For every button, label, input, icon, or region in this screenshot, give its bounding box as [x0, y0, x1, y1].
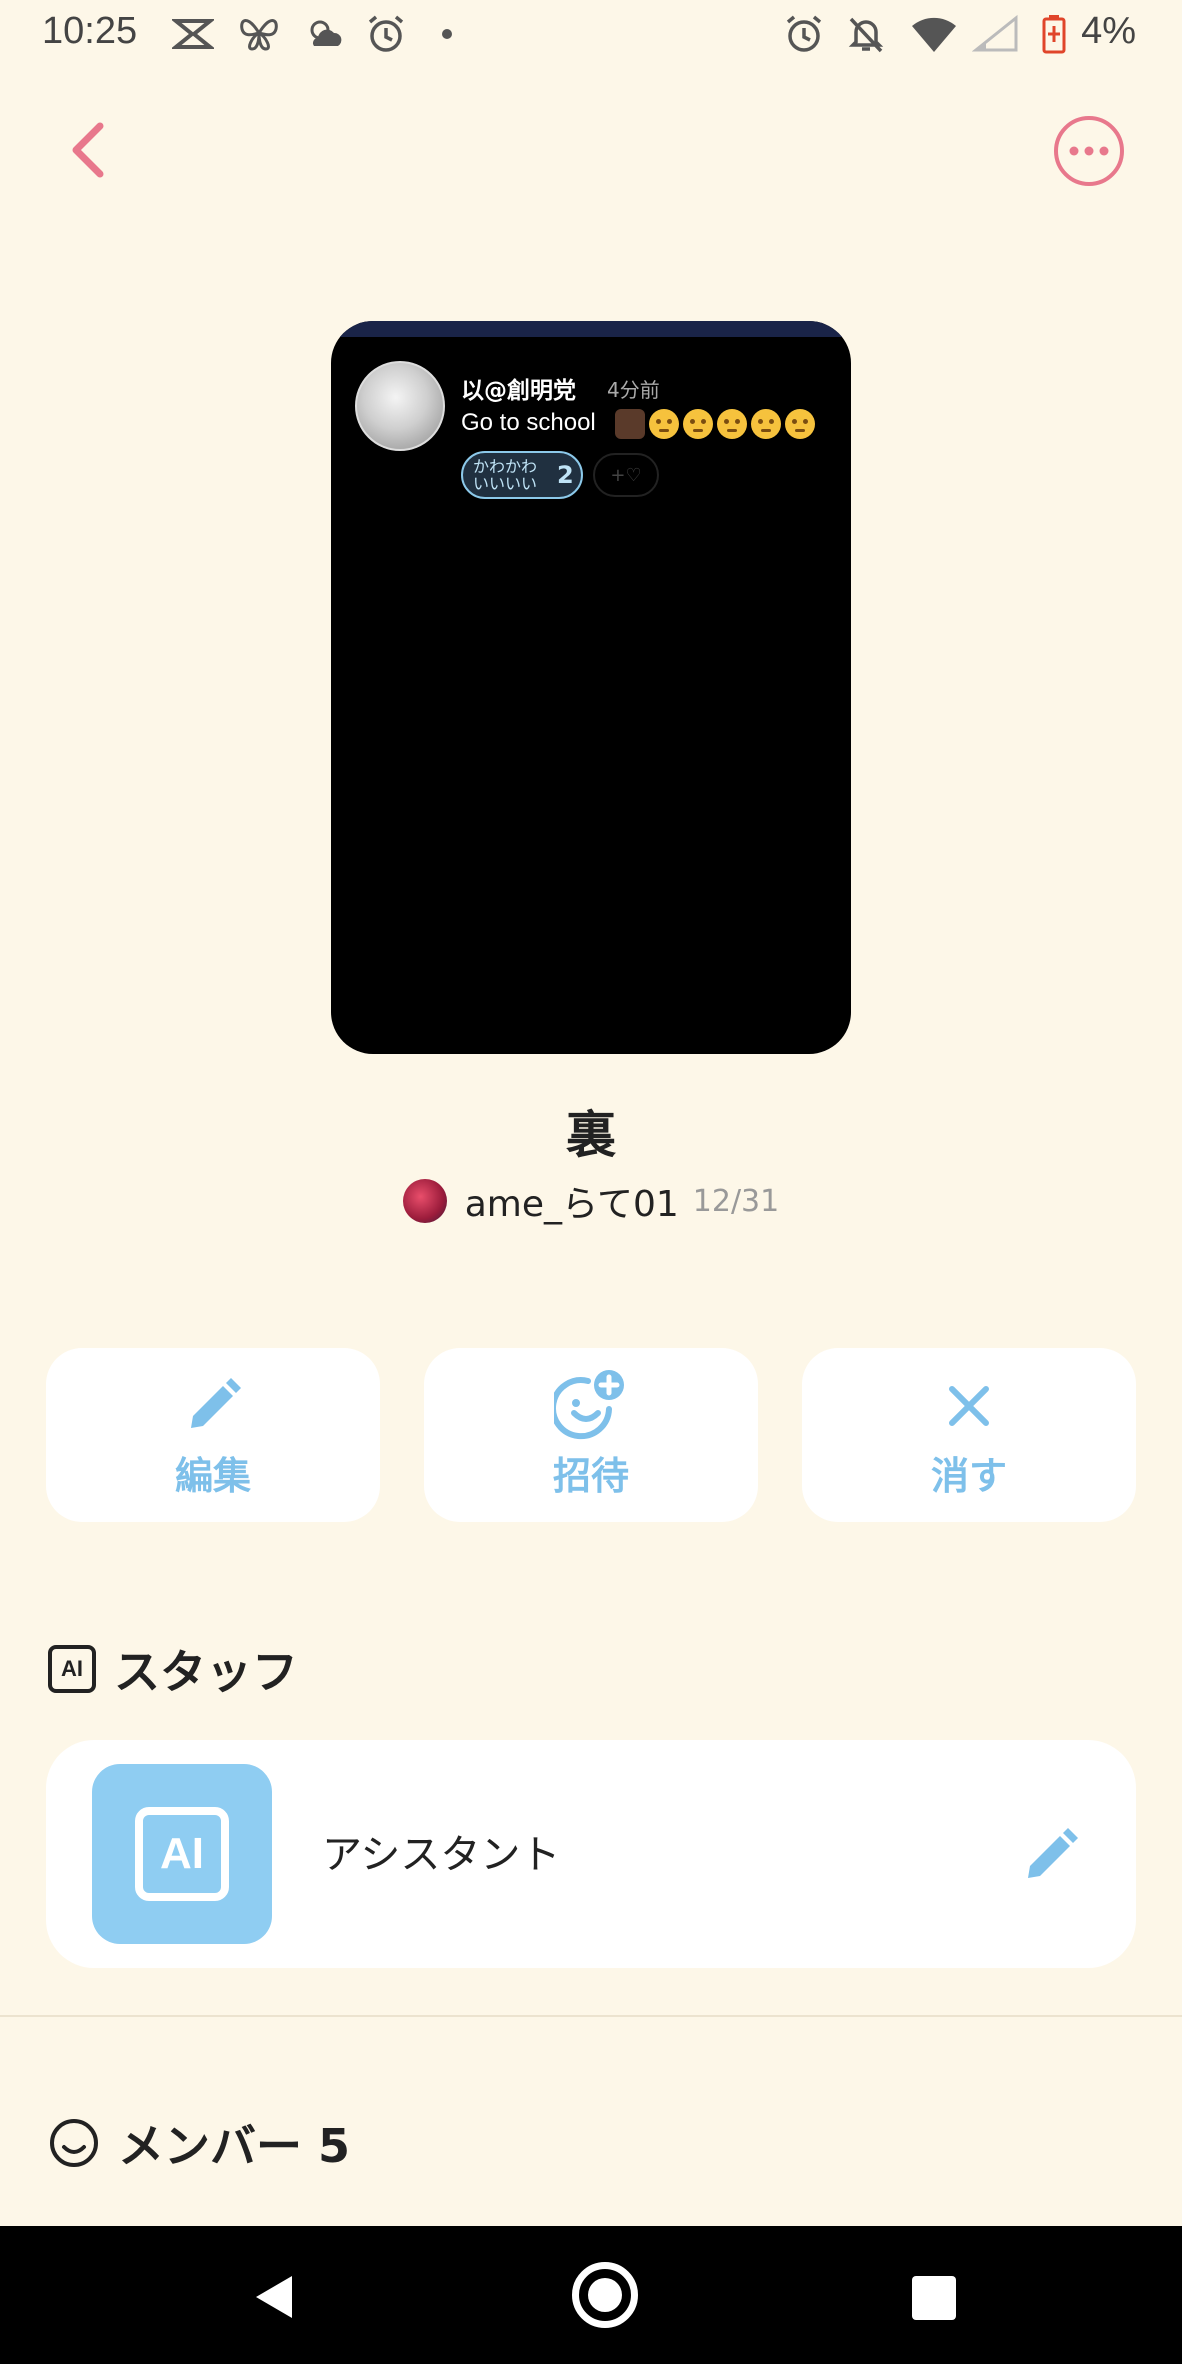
preview-top-strip	[331, 321, 851, 337]
delete-button[interactable]: 消す	[802, 1348, 1136, 1522]
post-avatar	[355, 361, 445, 451]
invite-button[interactable]: 招待	[424, 1348, 758, 1522]
owner-avatar[interactable]	[402, 1179, 447, 1223]
edit-staff-button[interactable]	[1022, 1824, 1082, 1884]
eye-roll-emoji-icon	[751, 409, 781, 439]
status-time: 10:25	[42, 10, 138, 52]
add-reaction-button[interactable]: +♡	[593, 453, 659, 497]
nav-back-icon[interactable]	[252, 2272, 296, 2322]
section-divider	[0, 2015, 1182, 2017]
staff-heading: スタッフ	[114, 1645, 298, 1699]
alarm-icon	[784, 14, 824, 54]
invite-label: 招待	[552, 1453, 629, 1498]
eye-roll-emoji-icon	[717, 409, 747, 439]
edit-button[interactable]: 編集	[46, 1348, 380, 1522]
invite-smile-icon	[554, 1369, 624, 1439]
post-emojis	[615, 409, 815, 439]
back-button[interactable]	[60, 118, 120, 182]
owner-name[interactable]: ame_らて01	[465, 1175, 679, 1227]
owner-row: ame_らて01 12/31	[0, 1175, 1182, 1227]
capcut-icon	[172, 14, 214, 54]
members-heading: メンバー 5	[118, 2119, 351, 2173]
dot-icon	[440, 14, 454, 54]
post-message: Go to school	[461, 409, 596, 436]
members-section-header: メンバー 5	[48, 2110, 350, 2176]
reaction-label: かわかわ いいいい	[473, 457, 538, 493]
alarm-icon	[366, 14, 406, 54]
more-options-button[interactable]	[1052, 114, 1126, 188]
status-bar: 10:25 4%	[0, 0, 1182, 70]
signal-icon	[972, 14, 1020, 54]
battery-percent: 4%	[1081, 10, 1136, 52]
room-preview[interactable]: 以@創明党 4分前 Go to school かわかわ いいいい 2 +♡	[331, 321, 851, 1054]
room-date: 12/31	[692, 1183, 780, 1219]
ai-tile-icon: AI	[135, 1807, 229, 1901]
staff-section-header: AI スタッフ	[48, 1636, 298, 1702]
reaction-chip[interactable]: かわかわ いいいい 2	[461, 451, 583, 499]
nav-home-icon[interactable]	[572, 2262, 638, 2328]
nav-recents-icon[interactable]	[912, 2276, 956, 2320]
edit-label: 編集	[174, 1453, 251, 1498]
chevron-left-icon	[72, 122, 104, 178]
more-horizontal-icon	[1054, 116, 1124, 186]
eye-roll-emoji-icon	[649, 409, 679, 439]
staff-item[interactable]: AI アシスタント	[46, 1740, 1136, 1968]
room-title: 裏	[566, 1106, 616, 1164]
pencil-icon	[191, 1377, 241, 1428]
eye-roll-emoji-icon	[785, 409, 815, 439]
weather-icon	[304, 14, 346, 54]
fist-emoji-icon	[615, 409, 645, 439]
system-nav-bar	[0, 2226, 1182, 2364]
post-time: 4分前	[607, 378, 660, 402]
ai-assistant-avatar: AI	[92, 1764, 272, 1944]
reaction-count: 2	[557, 461, 574, 489]
close-icon	[949, 1385, 989, 1426]
bell-off-icon	[846, 14, 886, 54]
battery-icon	[1042, 14, 1066, 54]
butterfly-icon	[238, 14, 280, 54]
wifi-icon	[910, 14, 958, 54]
ai-badge-icon: AI	[48, 1645, 96, 1693]
staff-name: アシスタント	[322, 1832, 561, 1878]
delete-label: 消す	[930, 1453, 1007, 1498]
smile-icon	[50, 2119, 98, 2167]
eye-roll-emoji-icon	[683, 409, 713, 439]
post-username: 以@創明党	[461, 378, 576, 404]
pencil-icon	[1028, 1828, 1078, 1878]
